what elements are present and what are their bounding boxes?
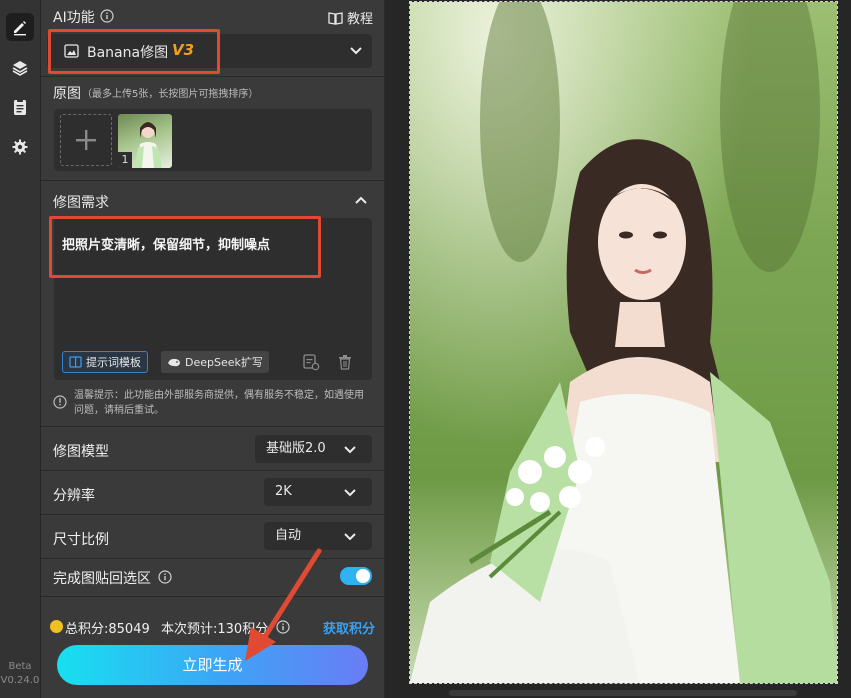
divider [41, 514, 384, 515]
deepseek-expand-button[interactable]: DeepSeek扩写 [161, 351, 269, 373]
divider [41, 558, 384, 559]
tool-strip: Beta V0.24.0 [0, 0, 41, 698]
tutorial-link[interactable]: 教程 [328, 8, 373, 27]
deepseek-label: DeepSeek扩写 [185, 356, 263, 369]
edit-icon [14, 21, 26, 36]
layers-tool-button[interactable] [6, 54, 34, 82]
plus-icon [76, 130, 96, 150]
model-select[interactable]: 基础版2.0 [255, 435, 372, 463]
original-image-thumbnail[interactable]: 1 [118, 114, 172, 168]
chevron-down-icon [344, 446, 356, 454]
canvas-area [385, 0, 851, 698]
ratio-value: 自动 [275, 528, 302, 543]
preview-image[interactable] [409, 1, 838, 684]
chevron-down-icon [350, 47, 362, 55]
toggle-knob [356, 569, 370, 583]
trash-icon[interactable] [337, 354, 353, 370]
chevron-up-icon[interactable] [354, 195, 368, 205]
ai-header-label: AI功能 [53, 10, 95, 26]
resolution-value: 2K [275, 484, 292, 499]
original-upload-area: 1 [54, 109, 372, 171]
history-icon[interactable] [302, 353, 320, 371]
info-icon[interactable] [158, 570, 172, 584]
total-credits: 总积分:85049 [65, 622, 150, 637]
portrait-photo [410, 2, 837, 683]
model-value: 基础版2.0 [266, 441, 326, 456]
thumbnail-index: 1 [118, 152, 132, 168]
layers-icon [12, 61, 28, 76]
version-label: V0.24.0 [0, 675, 40, 686]
ai-header: AI功能 [53, 7, 95, 27]
book-icon [328, 11, 343, 25]
gear-icon [12, 139, 28, 155]
ai-control-panel: AI功能 教程 Banana修图 V3 原图 （最多上传5张，长按图片可拖拽排序… [41, 0, 384, 698]
divider [41, 426, 384, 427]
edit-tool-button[interactable] [6, 13, 34, 41]
original-label: 原图 [53, 86, 81, 102]
resolution-label: 分辨率 [53, 488, 95, 504]
divider [41, 76, 384, 77]
horizontal-scrollbar[interactable] [449, 690, 797, 696]
chevron-down-icon [344, 489, 356, 497]
beta-label: Beta [8, 661, 32, 672]
coin-icon [50, 620, 63, 633]
divider [41, 470, 384, 471]
prompt-template-button[interactable]: 提示词模板 [62, 351, 148, 373]
settings-tool-button[interactable] [6, 133, 34, 161]
clipboard-icon [14, 99, 26, 115]
add-image-button[interactable] [60, 114, 112, 166]
chevron-down-icon [344, 533, 356, 541]
info-icon[interactable] [100, 9, 114, 23]
resolution-select[interactable]: 2K [264, 478, 372, 506]
divider [41, 180, 384, 181]
tutorial-label: 教程 [347, 12, 374, 27]
service-notice: 温馨提示：此功能由外部服务商提供，偶有服务不稳定，如遇使用问题，请稍后重试。 [74, 390, 364, 416]
prompt-template-label: 提示词模板 [86, 356, 141, 369]
notice-icon [53, 395, 67, 409]
divider [41, 596, 384, 597]
clipboard-tool-button[interactable] [6, 93, 34, 121]
template-icon [69, 356, 82, 368]
original-hint: （最多上传5张，长按图片可拖拽排序） [82, 89, 259, 100]
annotation-highlight-prompt [49, 216, 321, 278]
paste-back-toggle[interactable] [340, 567, 372, 585]
annotation-arrow [245, 548, 322, 661]
deepseek-whale-icon [168, 358, 180, 367]
model-label: 修图模型 [53, 444, 109, 460]
ratio-label: 尺寸比例 [53, 532, 109, 548]
paste-back-label: 完成图贴回选区 [53, 571, 151, 587]
request-label: 修图需求 [53, 195, 109, 211]
annotation-highlight-function [48, 29, 220, 74]
